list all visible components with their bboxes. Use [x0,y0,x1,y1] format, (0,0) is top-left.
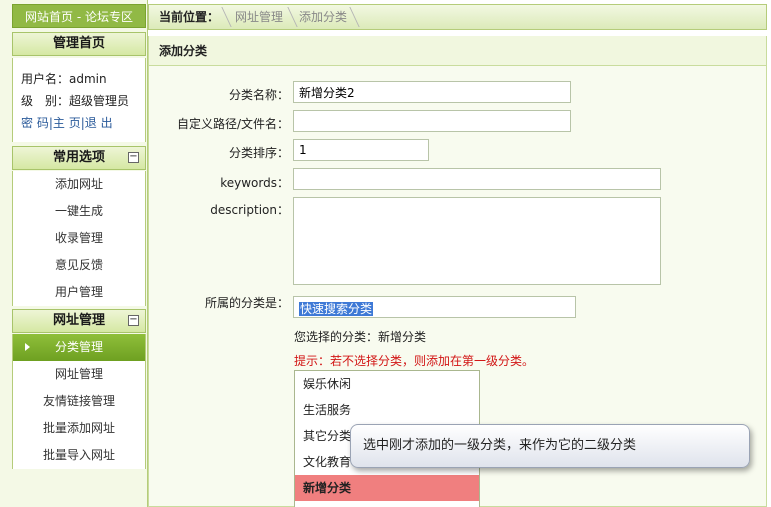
annotation-callout: 选中刚才添加的一级分类，来作为它的二级分类 [350,424,750,468]
sidebar-item-index-management[interactable]: 收录管理 [13,225,145,252]
chosen-category-value: 新增分类 [378,330,427,344]
password-link[interactable]: 密 码 [21,116,49,130]
common-options-title: 常用选项 [52,150,105,165]
parent-category-label: 所属的分类是： [204,296,289,310]
sidebar-item-user-management[interactable]: 用户管理 [13,279,145,306]
arrow-right-icon [25,343,30,351]
level-text: 级 别：超级管理员 [21,94,130,108]
chosen-category-text: 您选择的分类：新增分类 [294,328,426,345]
chosen-category-label: 您选择的分类： [294,330,379,344]
sidebar-item-batch-import[interactable]: 批量导入网址 [13,442,145,469]
user-info: 用户名：admin 级 别：超级管理员 密 码|主 页|退 出 [12,58,146,142]
sidebar-item-feedback[interactable]: 意见反馈 [13,252,145,279]
breadcrumb-add-category[interactable]: 添加分类 [299,5,347,29]
site-home-link[interactable]: 网站首页 - 论坛专区 [12,4,146,28]
tip-text: 提示：若不选择分类，则添加在第一级分类。 [294,354,535,368]
common-options-header[interactable]: 常用选项 − [12,146,146,170]
sidebar-item-category-management[interactable]: 分类管理 [13,334,145,361]
category-name-input[interactable] [293,81,571,103]
sidebar: 网站首页 - 论坛专区 管理首页 用户名：admin 级 别：超级管理员 密 码… [0,0,148,507]
selected-search-text: 快速搜索分类 [299,302,374,316]
keywords-label: keywords： [220,176,289,190]
url-management-header[interactable]: 网址管理 − [12,309,146,333]
user-links: 密 码|主 页|退 出 [21,112,145,134]
logout-link[interactable]: 退 出 [85,116,113,130]
list-item[interactable]: 娱乐休闲 [295,371,479,397]
name-label: 分类名称： [228,88,289,102]
category-order-input[interactable] [293,139,429,161]
common-options-menu: 添加网址 一键生成 收录管理 意见反馈 用户管理 [12,171,146,306]
sidebar-item-one-click-generate[interactable]: 一键生成 [13,198,145,225]
homepage-link[interactable]: 主 页 [53,116,81,130]
sidebar-item-batch-add[interactable]: 批量添加网址 [13,415,145,442]
location-label: 当前位置： [159,10,220,24]
breadcrumb: 当前位置： 网址管理 添加分类 [148,4,767,30]
path-label: 自定义路径/文件名： [176,117,289,131]
category-search-input[interactable]: 快速搜索分类 [293,296,576,318]
url-management-menu: 分类管理 网址管理 友情链接管理 批量添加网址 批量导入网址 [12,334,146,469]
custom-path-input[interactable] [293,110,571,132]
breadcrumb-url-management[interactable]: 网址管理 [235,5,283,29]
sidebar-item-label: 分类管理 [54,340,103,354]
description-textarea[interactable] [293,197,661,285]
username-text: 用户名：admin [21,72,107,86]
list-item-selected[interactable]: 新增分类 [295,475,479,501]
list-item[interactable]: 生活服务 [295,397,479,423]
collapse-icon[interactable]: − [128,315,139,326]
page-title: 添加分类 [149,36,766,66]
sidebar-item-friend-links[interactable]: 友情链接管理 [13,388,145,415]
keywords-input[interactable] [293,168,661,190]
sidebar-item-add-url[interactable]: 添加网址 [13,171,145,198]
description-label: description： [210,203,289,217]
order-label: 分类排序： [228,146,289,160]
sidebar-item-url-management[interactable]: 网址管理 [13,361,145,388]
url-management-title: 网址管理 [52,313,105,328]
collapse-icon[interactable]: − [128,152,139,163]
admin-home-header[interactable]: 管理首页 [12,32,146,56]
